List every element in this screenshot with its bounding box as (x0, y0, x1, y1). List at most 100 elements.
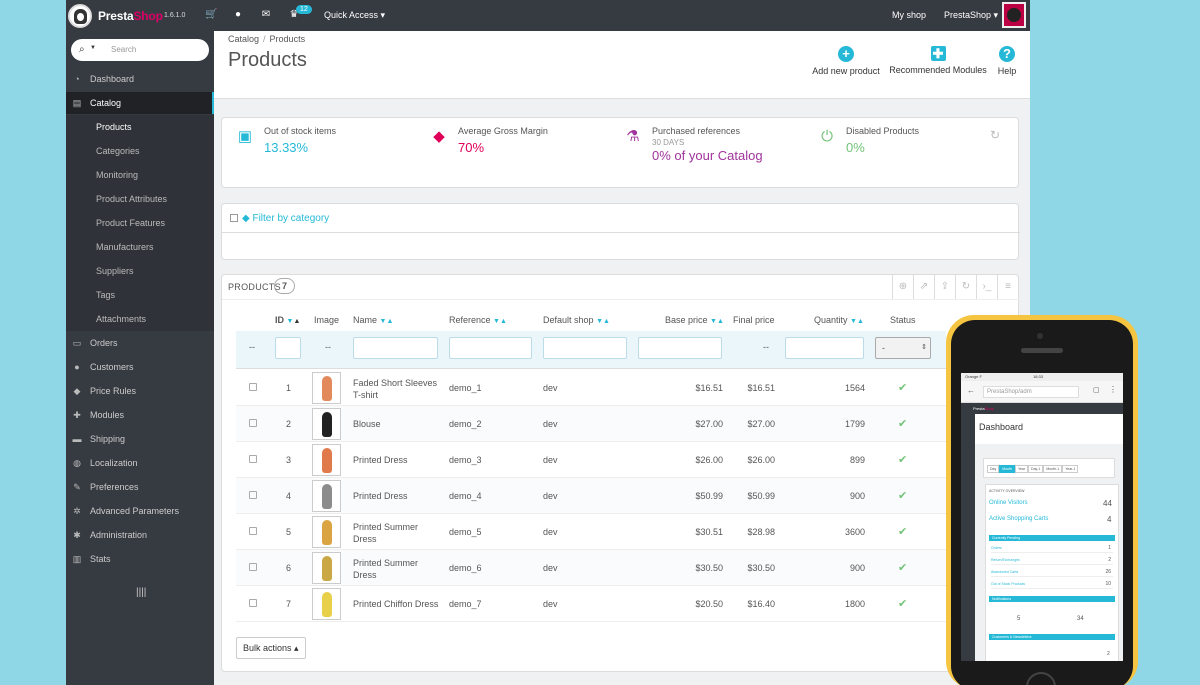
column-header-default-shop[interactable]: Default shop ▼▲ (543, 315, 610, 325)
table-row[interactable]: 4 Printed Dress demo_4 dev $50.99 $50.99… (236, 478, 946, 514)
table-row[interactable]: 1 Faded Short Sleeves T-shirt demo_1 dev… (236, 370, 946, 406)
filter-by-category-toggle[interactable]: ◆ Filter by category (230, 213, 329, 224)
sidebar-item-stats[interactable]: ▥ Stats (66, 548, 214, 570)
search-input[interactable]: ⌕ ▼ Search (71, 39, 209, 61)
phone-topbar: PrestaShop (961, 403, 1123, 414)
sidebar-item-customers[interactable]: ● Customers (66, 356, 214, 378)
search-icon[interactable]: ⌕ (79, 44, 85, 55)
sort-icon: ▼▲ (286, 318, 301, 325)
filter-base-price-input[interactable] (638, 337, 722, 359)
credit-card-icon: ▭ (72, 338, 82, 348)
sidebar-subitem-products[interactable]: Products (96, 122, 132, 132)
user-icon[interactable]: ● (232, 9, 244, 21)
sidebar-item-advanced-parameters[interactable]: ✲ Advanced Parameters (66, 500, 214, 522)
check-icon[interactable]: ✔ (898, 561, 907, 574)
my-shop-link[interactable]: My shop (892, 10, 926, 20)
database-icon[interactable]: ≡ (997, 275, 1018, 299)
filter-shop-input[interactable] (543, 337, 627, 359)
check-icon[interactable]: ✔ (898, 381, 907, 394)
sidebar-item-modules[interactable]: ✚ Modules (66, 404, 214, 426)
puzzle-icon: ✚ (73, 410, 81, 420)
row-checkbox[interactable] (249, 383, 257, 391)
row-checkbox[interactable] (249, 491, 257, 499)
table-row[interactable]: 5 Printed Summer Dress demo_5 dev $30.51… (236, 514, 946, 550)
add-icon[interactable]: ⊕ (892, 275, 913, 299)
check-icon[interactable]: ✔ (898, 489, 907, 502)
sidebar-subitem-monitoring[interactable]: Monitoring (96, 170, 138, 180)
sidebar-subitem-categories[interactable]: Categories (96, 146, 140, 156)
row-checkbox[interactable] (249, 563, 257, 571)
phone-dashboard: Dashboard Day Month Year Day-1 Month-1 Year-1… (975, 414, 1123, 661)
speaker-icon (1021, 348, 1063, 353)
category-filter-panel: ◆ Filter by category (221, 203, 1020, 260)
filter-name-input[interactable] (353, 337, 438, 359)
filter-checkbox[interactable] (230, 214, 238, 223)
sidebar-subitem-manufacturers[interactable]: Manufacturers (96, 242, 154, 252)
sidebar-item-preferences[interactable]: ✎ Preferences (66, 476, 214, 498)
table-row[interactable]: 7 Printed Chiffon Dress demo_7 dev $20.5… (236, 586, 946, 622)
row-checkbox[interactable] (249, 455, 257, 463)
row-checkbox[interactable] (249, 419, 257, 427)
recommended-modules-button[interactable]: ✚ Recommended Modules (888, 46, 988, 75)
sidebar-subitem-product-features[interactable]: Product Features (96, 218, 165, 228)
table-row[interactable]: 3 Printed Dress demo_3 dev $26.00 $26.00… (236, 442, 946, 478)
column-header-status: Status (890, 315, 916, 325)
filter-reference-input[interactable] (449, 337, 532, 359)
breadcrumb-separator: / (263, 34, 266, 44)
sidebar-item-administration[interactable]: ✱ Administration (66, 524, 214, 546)
sort-icon: ▼▲ (850, 318, 864, 325)
chevron-down-icon[interactable]: ▼ (90, 45, 96, 51)
sidebar-subitem-tags[interactable]: Tags (96, 290, 115, 300)
column-header-id[interactable]: ID ▼▲ (275, 315, 300, 325)
sidebar-subitem-attachments[interactable]: Attachments (96, 314, 146, 324)
table-row[interactable]: 2 Blouse demo_2 dev $27.00 $27.00 1799 ✔ (236, 406, 946, 442)
help-button[interactable]: ? Help (994, 46, 1020, 76)
sidebar-subitem-suppliers[interactable]: Suppliers (96, 266, 134, 276)
filter-status-select[interactable]: - ⇕ (875, 337, 931, 359)
export-icon[interactable]: ⇗ (913, 275, 934, 299)
sort-icon: ▼▲ (710, 318, 724, 325)
column-header-name[interactable]: Name ▼▲ (353, 315, 393, 325)
add-new-product-button[interactable]: + Add new product (811, 46, 881, 76)
cart-icon[interactable]: 🛒 (205, 9, 217, 21)
column-header-reference[interactable]: Reference ▼▲ (449, 315, 507, 325)
refresh-list-icon[interactable]: ↻ (955, 275, 976, 299)
table-row[interactable]: 6 Printed Summer Dress demo_6 dev $30.50… (236, 550, 946, 586)
check-icon[interactable]: ✔ (898, 453, 907, 466)
product-image (312, 372, 341, 404)
breadcrumb-catalog[interactable]: Catalog (228, 34, 259, 44)
collapse-sidebar-button[interactable]: |||| (136, 587, 146, 598)
quick-access-menu[interactable]: Quick Access ▾ (324, 10, 385, 21)
sql-icon[interactable]: ›_ (976, 275, 997, 299)
sidebar-item-catalog[interactable]: ▤ Catalog (66, 92, 214, 114)
sidebar-subitem-product-attributes[interactable]: Product Attributes (96, 194, 167, 204)
check-icon[interactable]: ✔ (898, 417, 907, 430)
filter-quantity-input[interactable] (785, 337, 864, 359)
employee-menu[interactable]: PrestaShop ▾ (944, 10, 998, 21)
row-checkbox[interactable] (249, 527, 257, 535)
phone-url-bar: ← PrestaShop/adm ▢ ⋮ (961, 381, 1123, 403)
avatar[interactable] (1002, 2, 1026, 28)
sort-icon: ▼▲ (379, 318, 394, 325)
import-icon[interactable]: ⇪ (934, 275, 955, 299)
sidebar-item-shipping[interactable]: ▬ Shipping (66, 428, 214, 450)
sidebar-item-orders[interactable]: ▭ Orders (66, 332, 214, 354)
column-header-quantity[interactable]: Quantity ▼▲ (814, 315, 864, 325)
bulk-actions-button[interactable]: Bulk actions ▴ (236, 637, 306, 659)
prestashop-logo[interactable] (68, 4, 92, 28)
check-icon[interactable]: ✔ (898, 597, 907, 610)
sidebar-item-price-rules[interactable]: ◆ Price Rules (66, 380, 214, 402)
page-header: Catalog / Products Products + Add new prod… (214, 31, 1030, 99)
sidebar-item-dashboard[interactable]: ◔ Dashboard (66, 68, 214, 90)
panel-toolbar: ⊕ ⇗ ⇪ ↻ ›_ ≡ (892, 275, 1018, 299)
column-header-base-price[interactable]: Base price ▼▲ (665, 315, 724, 325)
filter-id-input[interactable] (275, 337, 301, 359)
row-checkbox[interactable] (249, 599, 257, 607)
column-header-image: Image (314, 315, 340, 325)
kpi-panel: ▣ Out of stock items 13.33% ◆ Average Gr… (221, 117, 1019, 188)
sidebar-item-localization[interactable]: ◍ Localization (66, 452, 214, 474)
envelope-icon[interactable]: ✉ (260, 9, 272, 21)
check-icon[interactable]: ✔ (898, 525, 907, 538)
refresh-icon[interactable]: ↻ (990, 128, 1000, 142)
products-panel-title: Products (228, 282, 281, 292)
